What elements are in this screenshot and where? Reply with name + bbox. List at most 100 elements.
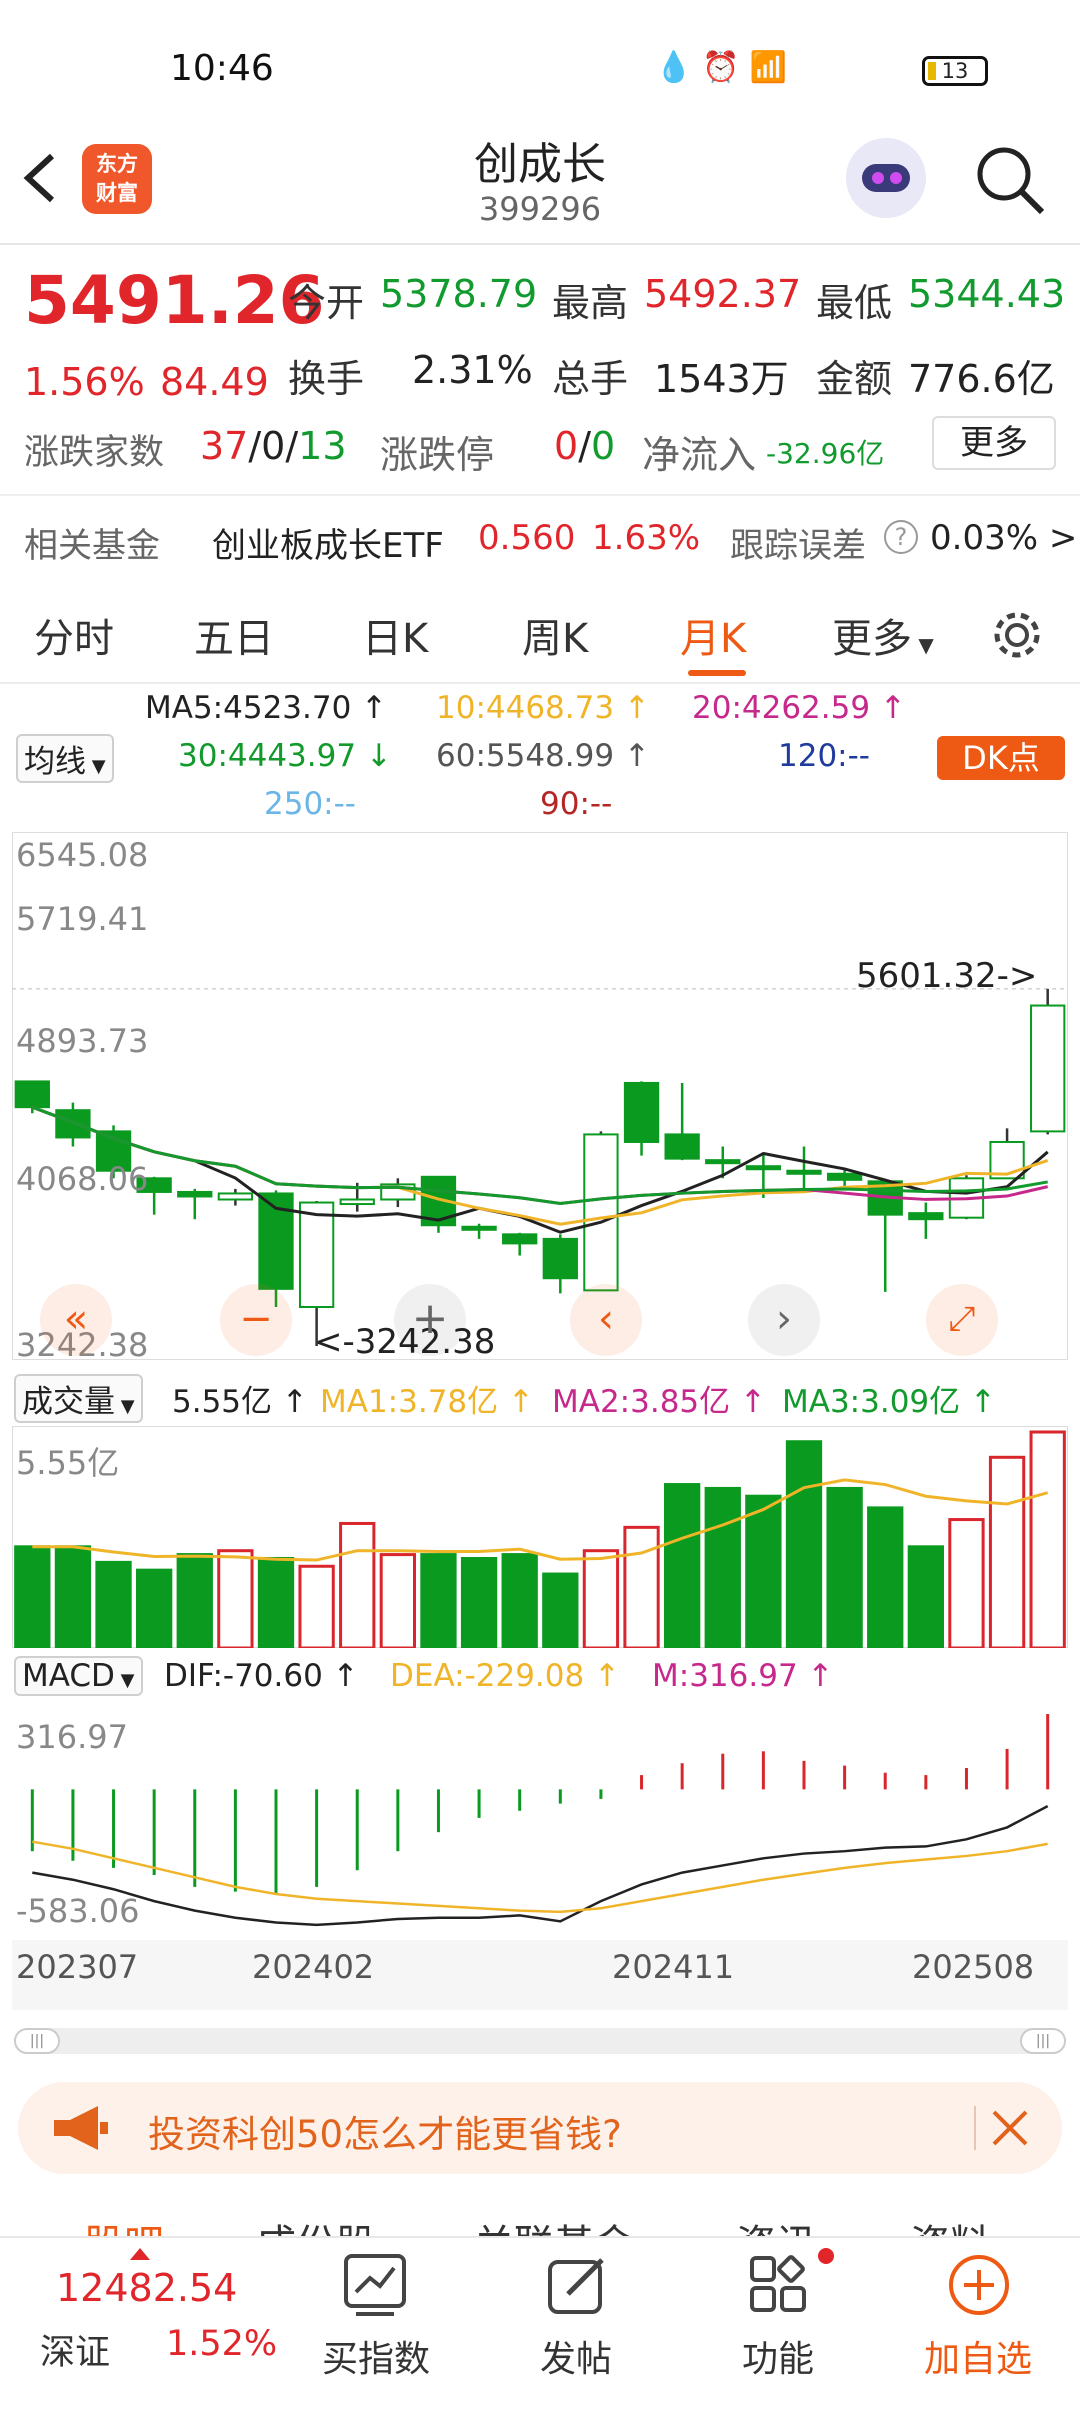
gear-icon [994, 612, 1040, 658]
next-button[interactable]: › [748, 1284, 820, 1356]
ma-selector[interactable]: 均线 ▼ [16, 734, 114, 783]
fund-pct: 1.63% [592, 518, 701, 558]
zoom-out-button[interactable]: − [220, 1284, 292, 1356]
tab-monthly-k[interactable]: 月K [680, 606, 746, 664]
volume-label: 总手 [552, 357, 629, 401]
range-handle-left[interactable]: ||| [14, 2028, 60, 2054]
volume-ma3: MA3:3.09亿 ↑ [782, 1384, 996, 1420]
tab-more[interactable]: 更多 ▼ [832, 606, 934, 664]
plus-circle-icon [949, 2255, 1009, 2315]
promo-banner[interactable]: 投资科创50怎么才能更省钱? [18, 2082, 1062, 2174]
macd-m: M:316.97 ↑ [652, 1658, 834, 1694]
macd-dif: DIF:-70.60 ↑ [164, 1658, 359, 1694]
status-icons: 💧⏰📶 [655, 50, 797, 85]
scroll-start-button[interactable]: « [40, 1284, 112, 1356]
section-tab[interactable]: 股吧 [84, 2212, 164, 2236]
candle [623, 1081, 660, 1143]
volume-bar [54, 1545, 92, 1648]
volume-bar [339, 1521, 376, 1648]
status-bar: 10:46 💧⏰📶 13 [0, 0, 1080, 120]
double-chevron-left-icon: « [63, 1296, 89, 1342]
tab-daily-k[interactable]: 日K [362, 606, 428, 664]
y-axis-label-2: 5719.41 [16, 900, 149, 938]
volume-chart[interactable] [12, 1426, 1068, 1648]
search-button[interactable] [972, 142, 1048, 218]
x-axis [12, 1940, 1068, 2010]
section-tabs-peek: 股吧 成份股 关联基金 资讯 资料 [0, 2196, 1080, 2236]
open-label: 今开 [288, 281, 365, 325]
ma20-legend: 20:4262.59 ↑ [692, 690, 906, 726]
change-pct: 1.56% [24, 360, 145, 404]
candle [908, 1212, 944, 1221]
dk-point-button[interactable]: DK点 [937, 736, 1065, 780]
dea-line [32, 1840, 1048, 1914]
amount-value: 776.6亿 [908, 357, 1055, 401]
chart-frame [12, 832, 1068, 1360]
candle [1030, 1004, 1066, 1133]
assistant-robot-icon[interactable] [846, 138, 926, 218]
candle [583, 1133, 619, 1292]
amount-label: 金额 [816, 357, 893, 401]
section-tab[interactable]: 关联基金 [474, 2212, 634, 2236]
candlestick-chart[interactable] [12, 832, 1068, 1360]
last-price: 5491.26 [24, 262, 325, 339]
zoom-in-button[interactable]: + [394, 1284, 466, 1356]
minus-icon: − [239, 1296, 273, 1342]
volume-axis-label: 5.55亿 [16, 1444, 120, 1482]
section-tab[interactable]: 资讯 [736, 2212, 816, 2236]
track-error-label: 跟踪误差 [730, 526, 866, 566]
volume-bar [95, 1560, 132, 1648]
range-handle-right[interactable]: ||| [1020, 2028, 1066, 2054]
tab-five-day[interactable]: 五日 [194, 606, 274, 664]
megaphone-icon [54, 2106, 108, 2150]
volume-value: 1543万 [654, 357, 789, 401]
chevron-left-icon: ‹ [598, 1296, 614, 1342]
edit-icon [548, 2258, 604, 2314]
volume-ma2: MA2:3.85亿 ↑ [552, 1384, 766, 1420]
volume-bar [664, 1483, 701, 1648]
netflow-label: 净流入 [642, 433, 757, 477]
volume-selector[interactable]: 成交量 ▼ [14, 1374, 143, 1423]
candle [461, 1225, 497, 1231]
battery-icon: 13 [922, 56, 988, 86]
water-drop-icon: 💧 [655, 50, 703, 85]
prev-button[interactable]: ‹ [570, 1284, 642, 1356]
more-button[interactable]: 更多 [932, 416, 1056, 470]
candle [298, 1201, 335, 1308]
candle [177, 1190, 213, 1198]
tab-intraday[interactable]: 分时 [34, 606, 114, 664]
section-tab[interactable]: 成份股 [256, 2212, 376, 2236]
fullscreen-button[interactable]: ⤢ [926, 1284, 998, 1356]
volume-bar [217, 1549, 254, 1648]
plus-icon: + [411, 1293, 449, 1344]
volume-bar [1029, 1430, 1066, 1648]
range-scrollbar[interactable]: ||| ||| [14, 2028, 1066, 2054]
candle [786, 1169, 822, 1175]
macd-chart[interactable] [12, 1706, 1068, 1936]
tab-weekly-k[interactable]: 周K [522, 606, 588, 664]
volume-bar [420, 1553, 457, 1648]
help-icon[interactable]: ? [884, 520, 918, 554]
bottom-bar: 12482.54 深证 1.52% 买指数 发帖 功能 加自选 [0, 2236, 1080, 2412]
volume-bar [379, 1553, 416, 1648]
candle [664, 1133, 700, 1160]
high-value: 5492.37 [644, 272, 802, 316]
settings-button[interactable] [990, 608, 1044, 666]
low-value: 5344.43 [908, 272, 1066, 316]
volume-bar [298, 1564, 335, 1648]
volume-bar [501, 1553, 538, 1648]
volume-bar [745, 1494, 782, 1648]
close-icon[interactable] [990, 2108, 1030, 2148]
turnover-value: 2.31% [412, 348, 533, 392]
macd-axis-low: -583.06 [16, 1892, 140, 1930]
header: 东方 财富 创成长 399296 [0, 120, 1080, 245]
x-axis-label: 202411 [612, 1948, 735, 1986]
banner-text: 投资科创50怎么才能更省钱? [148, 2113, 622, 2156]
section-tab[interactable]: 资料 [910, 2212, 990, 2236]
ma10-legend: 10:4468.73 ↑ [436, 690, 650, 726]
advdec-label: 涨跌家数 [24, 433, 165, 473]
candle [339, 1198, 375, 1206]
index-ticker[interactable]: 12482.54 深证 1.52% [0, 2238, 300, 2412]
ma30-legend: 30:4443.97 ↓ [178, 738, 392, 774]
macd-selector[interactable]: MACD ▼ [14, 1656, 143, 1696]
